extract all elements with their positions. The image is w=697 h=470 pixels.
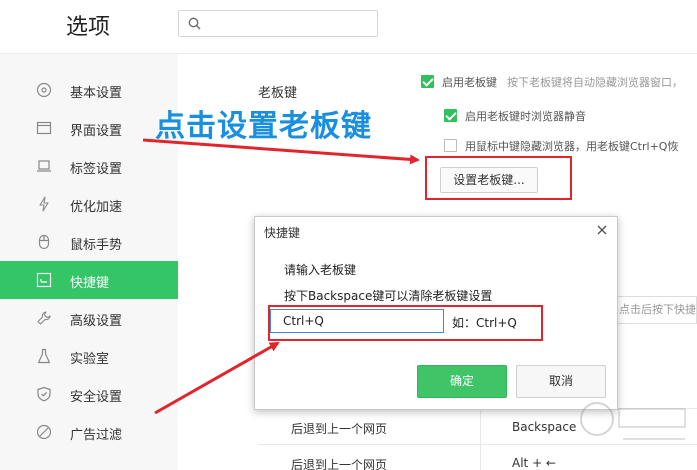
- arrow-to-input: [154, 341, 280, 415]
- arrow-to-set-button: [142, 138, 420, 165]
- watermark-logo: [580, 402, 686, 440]
